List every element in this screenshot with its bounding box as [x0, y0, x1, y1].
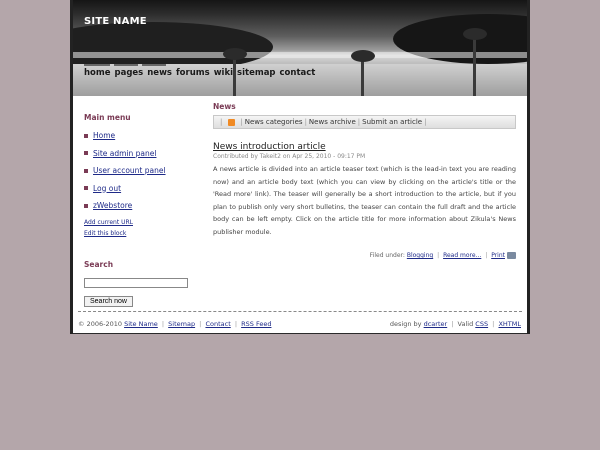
- separator: |: [240, 118, 243, 126]
- separator: |: [220, 118, 223, 126]
- nav-divider: [114, 64, 138, 66]
- nav-contact[interactable]: contact: [280, 68, 316, 78]
- search-title: Search: [84, 260, 114, 269]
- menu-link-site-admin[interactable]: Site admin panel: [93, 149, 156, 158]
- news-subnav: | | News categories | News archive | Sub…: [213, 115, 516, 129]
- nav-forums[interactable]: forums: [176, 68, 210, 78]
- separator: |: [234, 320, 238, 328]
- bullet-icon: [84, 168, 88, 173]
- search-block: Search Search now: [84, 260, 188, 307]
- header-banner: SITE NAME home pages news forums wiki si…: [73, 0, 527, 96]
- nav-news[interactable]: news: [147, 68, 172, 78]
- menu-item-zwebstore: zWebstore: [84, 201, 204, 210]
- news-categories-link[interactable]: News categories: [245, 118, 303, 126]
- site-name[interactable]: SITE NAME: [84, 16, 147, 27]
- page-container: SITE NAME home pages news forums wiki si…: [70, 0, 530, 334]
- design-by-label: design by: [389, 320, 422, 328]
- separator: |: [437, 252, 440, 259]
- banner-water: [73, 52, 527, 58]
- printer-icon[interactable]: [507, 252, 516, 259]
- menu-item-user-account: User account panel: [84, 166, 204, 175]
- separator: |: [161, 320, 165, 328]
- top-navigation: home pages news forums wiki sitemap cont…: [84, 68, 315, 78]
- bullet-icon: [84, 203, 88, 208]
- edit-block-link[interactable]: Edit this block: [84, 230, 126, 237]
- valid-label: Valid: [457, 320, 474, 328]
- separator: |: [357, 118, 361, 126]
- footer: © 2006-2010 Site Name | Sitemap | Contac…: [78, 320, 521, 328]
- filed-under-label: Filed under:: [369, 252, 405, 259]
- footer-contact-link[interactable]: Contact: [205, 320, 230, 328]
- banner-palm-tree: [463, 28, 487, 96]
- category-link[interactable]: Blogging: [407, 252, 433, 259]
- menu-item-home: Home: [84, 131, 204, 140]
- nav-divider: [84, 64, 110, 66]
- footer-right: design by dcarter | Valid CSS | XHTML: [390, 320, 521, 328]
- search-input[interactable]: [84, 278, 188, 288]
- menu-item-site-admin: Site admin panel: [84, 149, 204, 158]
- footer-site-name-link[interactable]: Site Name: [124, 320, 158, 328]
- bullet-icon: [84, 151, 88, 155]
- article-title[interactable]: News introduction article: [213, 142, 516, 152]
- block-admin-links: Add current URL Edit this block: [84, 219, 204, 237]
- footer-divider: [78, 311, 522, 312]
- nav-sitemap[interactable]: sitemap: [237, 68, 275, 78]
- search-button[interactable]: Search now: [84, 296, 133, 307]
- nav-divider: [142, 64, 166, 66]
- article-meta: Contributed by Takeit2 on Apr 25, 2010 -…: [213, 153, 366, 160]
- menu-link-log-out[interactable]: Log out: [93, 184, 121, 193]
- nav-home[interactable]: home: [84, 68, 111, 78]
- footer-left: © 2006-2010 Site Name | Sitemap | Contac…: [78, 320, 271, 328]
- banner-palm-tree: [351, 50, 375, 96]
- separator: |: [424, 118, 427, 126]
- bullet-icon: [84, 133, 88, 138]
- menu-link-user-account[interactable]: User account panel: [93, 166, 166, 175]
- valid-xhtml-link[interactable]: XHTML: [498, 320, 521, 328]
- bullet-icon: [84, 186, 88, 190]
- separator: |: [492, 320, 495, 328]
- designer-link[interactable]: dcarter: [424, 320, 448, 328]
- read-more-link[interactable]: Read more...: [443, 252, 481, 259]
- article-footer: Filed under: Blogging | Read more... | P…: [213, 252, 516, 259]
- menu-item-log-out: Log out: [84, 184, 204, 193]
- separator: |: [485, 252, 488, 259]
- separator: |: [199, 320, 202, 328]
- submit-article-link[interactable]: Submit an article: [362, 118, 422, 126]
- rss-icon[interactable]: [228, 118, 236, 126]
- copyright-text: © 2006-2010: [78, 320, 122, 328]
- separator: |: [304, 118, 307, 126]
- print-link[interactable]: Print: [491, 252, 505, 259]
- main-content: News | | News categories | News archive …: [213, 102, 516, 259]
- news-section-title: News: [213, 102, 236, 111]
- sidebar: Main menu Home Site admin panel User acc…: [84, 113, 204, 241]
- add-current-url-link[interactable]: Add current URL: [84, 219, 133, 226]
- main-menu-title: Main menu: [84, 113, 131, 122]
- menu-link-zwebstore[interactable]: zWebstore: [93, 201, 132, 210]
- main-menu: Home Site admin panel User account panel…: [84, 131, 204, 210]
- nav-wiki[interactable]: wiki: [214, 68, 233, 78]
- footer-rss-link[interactable]: RSS Feed: [241, 320, 271, 328]
- nav-pages[interactable]: pages: [115, 68, 144, 78]
- article-body: A news article is divided into an articl…: [213, 165, 516, 236]
- separator: |: [451, 320, 454, 328]
- footer-sitemap-link[interactable]: Sitemap: [168, 320, 195, 328]
- news-archive-link[interactable]: News archive: [309, 118, 356, 126]
- menu-link-home[interactable]: Home: [93, 131, 115, 140]
- valid-css-link[interactable]: CSS: [475, 320, 488, 328]
